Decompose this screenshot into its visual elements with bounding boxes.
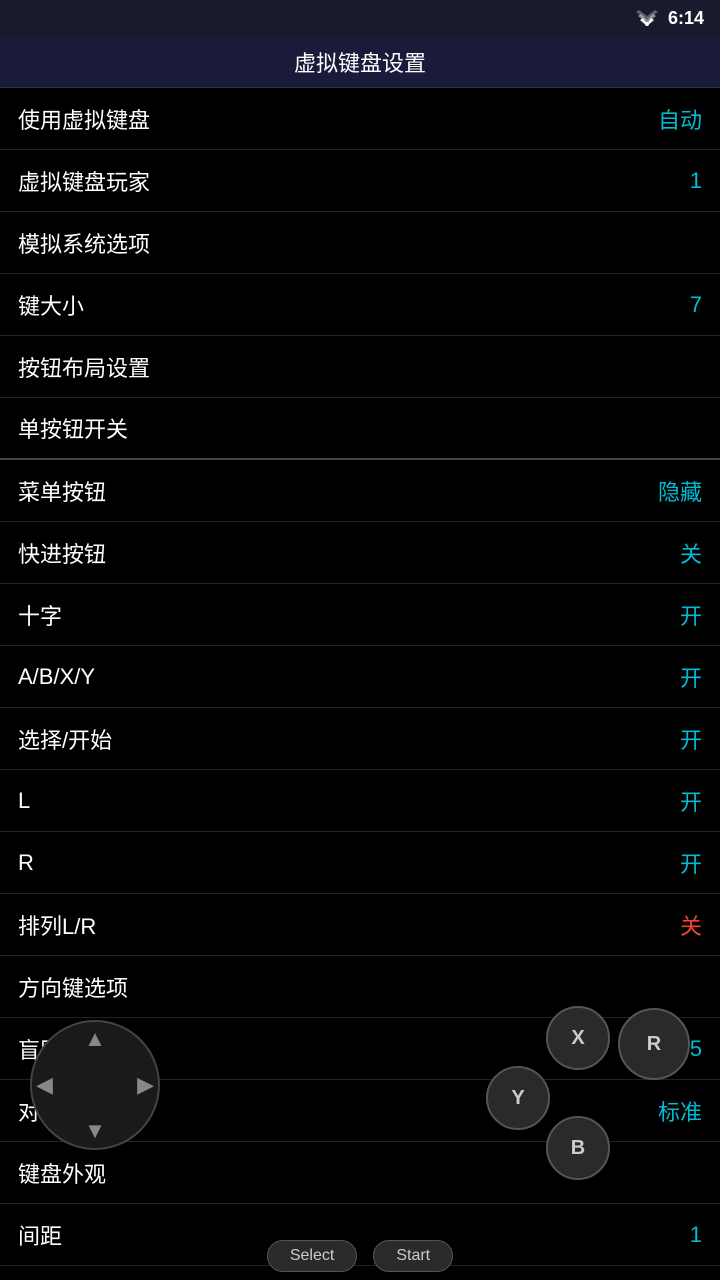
setting-value-abxy: 开 <box>680 661 702 693</box>
setting-value-use-virtual-keyboard: 自动 <box>658 103 702 135</box>
setting-value-select-start: 开 <box>680 723 702 755</box>
setting-row-key-size[interactable]: 键大小 7 <box>0 274 720 336</box>
setting-row-single-button-toggle[interactable]: 单按钮开关 <box>0 398 720 460</box>
bottom-buttons: Select Start <box>0 1240 720 1272</box>
setting-value-fast-forward-button: 关 <box>680 537 702 569</box>
setting-row-abxy[interactable]: A/B/X/Y 开 <box>0 646 720 708</box>
select-button[interactable]: Select <box>267 1240 357 1272</box>
start-button[interactable]: Start <box>373 1240 453 1272</box>
setting-row-dpad[interactable]: 十字 开 <box>0 584 720 646</box>
setting-row-select-start[interactable]: 选择/开始 开 <box>0 708 720 770</box>
setting-label-l-button: L <box>18 788 30 814</box>
setting-value-virtual-keyboard-player: 1 <box>690 168 702 194</box>
setting-row-emulation-system-options[interactable]: 模拟系统选项 <box>0 212 720 274</box>
setting-value-diagonal-sensitivity: 标准 <box>658 1095 702 1127</box>
setting-value-l-button: 开 <box>680 785 702 817</box>
setting-label-sort-lr: 排列L/R <box>18 909 96 941</box>
setting-row-virtual-keyboard-player[interactable]: 虚拟键盘玩家 1 <box>0 150 720 212</box>
setting-value-menu-button: 隐藏 <box>658 475 702 507</box>
setting-row-button-layout-settings[interactable]: 按钮布局设置 <box>0 336 720 398</box>
setting-row-keyboard-appearance[interactable]: 键盘外观 <box>0 1142 720 1204</box>
setting-row-diagonal-sensitivity[interactable]: 对角线灵敏度 标准 <box>0 1080 720 1142</box>
status-bar: 6:14 <box>0 0 720 36</box>
setting-label-abxy: A/B/X/Y <box>18 664 95 690</box>
setting-value-dpad: 开 <box>680 599 702 631</box>
setting-label-deadzone: 盲区 <box>18 1033 62 1065</box>
setting-label-use-virtual-keyboard: 使用虚拟键盘 <box>18 103 150 135</box>
title-bar: 虚拟键盘设置 <box>0 36 720 88</box>
setting-value-sort-lr: 关 <box>680 909 702 941</box>
setting-row-r-button[interactable]: R开 <box>0 832 720 894</box>
setting-row-fast-forward-button[interactable]: 快进按钮 关 <box>0 522 720 584</box>
setting-value-key-size: 7 <box>690 292 702 318</box>
setting-row-dpad-options[interactable]: 方向键选项 <box>0 956 720 1018</box>
page-title: 虚拟键盘设置 <box>294 46 426 78</box>
setting-value-r-button: 开 <box>680 847 702 879</box>
setting-label-r-button: R <box>18 850 34 876</box>
setting-label-emulation-system-options: 模拟系统选项 <box>18 227 150 259</box>
wifi-icon <box>636 10 658 26</box>
setting-row-deadzone[interactable]: 盲区 1.35 <box>0 1018 720 1080</box>
setting-row-menu-button[interactable]: 菜单按钮 隐藏 <box>0 460 720 522</box>
setting-label-button-layout-settings: 按钮布局设置 <box>18 351 150 383</box>
settings-list: 使用虚拟键盘 自动虚拟键盘玩家 1 模拟系统选项键大小 7 按钮布局设置单按钮开关菜单按钮… <box>0 88 720 1266</box>
setting-label-single-button-toggle: 单按钮开关 <box>18 412 128 444</box>
setting-row-use-virtual-keyboard[interactable]: 使用虚拟键盘 自动 <box>0 88 720 150</box>
setting-label-key-size: 键大小 <box>18 289 84 321</box>
setting-label-menu-button: 菜单按钮 <box>18 475 106 507</box>
setting-value-deadzone: 1.35 <box>659 1036 702 1062</box>
setting-label-diagonal-sensitivity: 对角线灵敏度 <box>18 1095 150 1127</box>
setting-row-sort-lr[interactable]: 排列L/R 关 <box>0 894 720 956</box>
setting-label-keyboard-appearance: 键盘外观 <box>18 1157 106 1189</box>
setting-label-virtual-keyboard-player: 虚拟键盘玩家 <box>18 165 150 197</box>
setting-label-fast-forward-button: 快进按钮 <box>18 537 106 569</box>
setting-label-dpad-options: 方向键选项 <box>18 971 128 1003</box>
setting-label-select-start: 选择/开始 <box>18 723 112 755</box>
status-time: 6:14 <box>668 8 704 29</box>
setting-row-l-button[interactable]: L开 <box>0 770 720 832</box>
setting-label-dpad: 十字 <box>18 599 62 631</box>
